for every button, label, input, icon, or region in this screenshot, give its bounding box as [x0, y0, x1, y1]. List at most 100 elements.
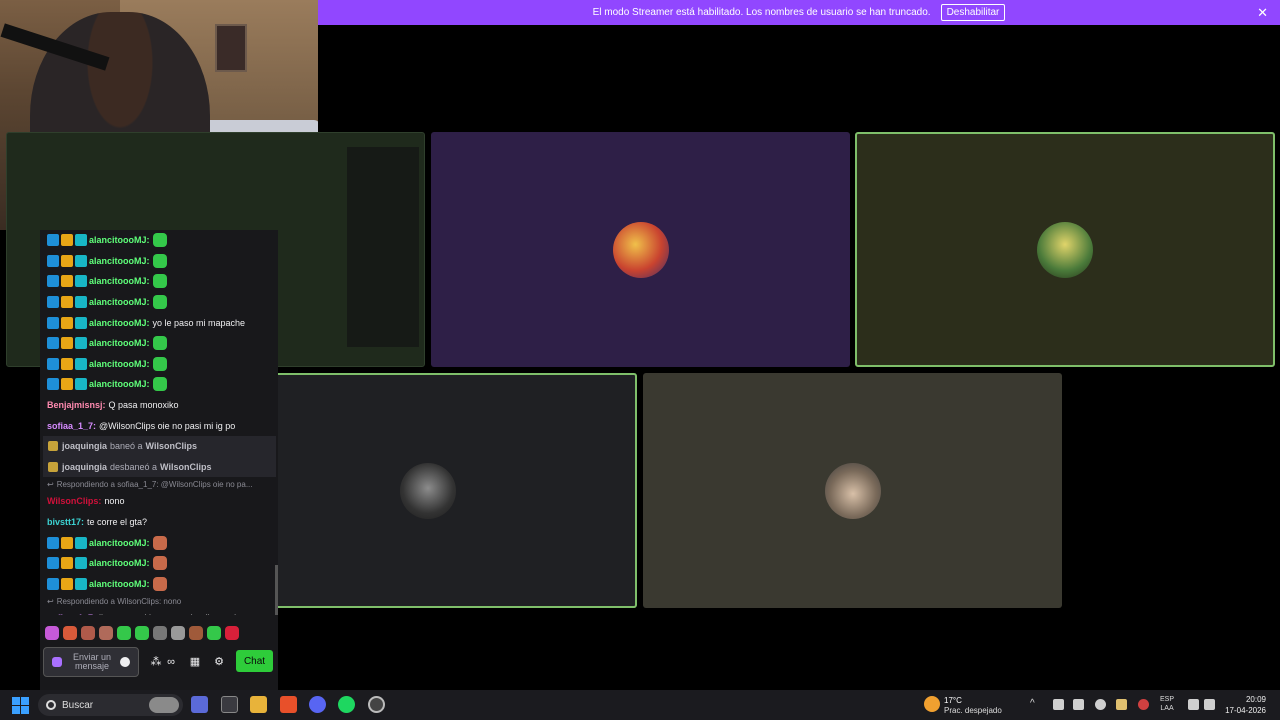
sub-badge-icon[interactable] — [75, 254, 87, 267]
chat-username[interactable]: alancitoooMJ: — [89, 338, 150, 348]
chat-username[interactable]: alancitoooMJ: — [89, 558, 150, 568]
close-icon[interactable]: ✕ — [1257, 5, 1268, 21]
chat-emote[interactable] — [152, 356, 167, 371]
chat-username[interactable]: WilsonClips: — [47, 496, 101, 506]
crown-badge-icon[interactable] — [61, 296, 73, 309]
microphone-icon[interactable] — [1138, 699, 1149, 710]
chat-emote[interactable] — [152, 274, 167, 289]
disable-streamer-mode-button[interactable]: Deshabilitar — [940, 4, 1006, 21]
chat-emote[interactable] — [152, 336, 167, 351]
crown-badge-icon[interactable] — [61, 337, 73, 350]
crown-badge-icon[interactable] — [61, 316, 73, 329]
crown-badge-icon[interactable] — [61, 357, 73, 370]
chat-username[interactable]: alancitoooMJ: — [89, 318, 150, 328]
moderator-name[interactable]: joaquingia — [62, 441, 107, 451]
reply-text[interactable]: Respondiendo a sofiaa_1_7: @WilsonClips … — [57, 480, 253, 489]
chat-username[interactable]: alancitoooMJ: — [89, 579, 150, 589]
file-explorer-icon[interactable] — [250, 696, 267, 713]
chevron-up-icon[interactable]: ^ — [1030, 698, 1035, 709]
moderator-badge-icon[interactable] — [47, 337, 59, 350]
moderation-target[interactable]: WilsonClips — [160, 462, 211, 472]
quick-emote-icon[interactable] — [153, 626, 167, 640]
onedrive-icon[interactable] — [1095, 699, 1106, 710]
store-icon[interactable]: ▦ — [188, 655, 202, 669]
points-icon[interactable]: ⁂ — [149, 655, 163, 669]
sub-badge-icon[interactable] — [75, 577, 87, 590]
chat-emote[interactable] — [152, 295, 167, 310]
chat-message-list[interactable]: alancitoooMJ: alancitoooMJ: alancitoooMJ: a… — [40, 230, 278, 615]
chat-username[interactable]: alancitoooMJ: — [89, 297, 150, 307]
chat-emote[interactable] — [152, 556, 167, 571]
chat-username[interactable]: alancitoooMJ: — [89, 379, 150, 389]
quick-emote-icon[interactable] — [81, 626, 95, 640]
weather-widget[interactable]: 17°C Prac. despejado — [922, 694, 1012, 716]
chat-input[interactable]: Enviar un mensaje — [43, 647, 139, 677]
taskbar-search[interactable]: Buscar — [38, 694, 183, 716]
moderation-target[interactable]: WilsonClips — [146, 441, 197, 451]
crown-badge-icon[interactable] — [61, 577, 73, 590]
tray-app-icon-2[interactable] — [1116, 699, 1127, 710]
teams-icon[interactable] — [191, 696, 208, 713]
emote-picker-icon[interactable] — [120, 657, 130, 667]
moderator-badge-icon[interactable] — [47, 577, 59, 590]
sub-badge-icon[interactable] — [75, 275, 87, 288]
network-icon[interactable] — [1188, 699, 1199, 710]
bluetooth-icon[interactable] — [1053, 699, 1064, 710]
chat-send-button[interactable]: Chat — [236, 650, 273, 672]
participant-tile-3[interactable] — [218, 373, 637, 608]
tray-app-icon[interactable] — [1073, 699, 1084, 710]
quick-emote-icon[interactable] — [135, 626, 149, 640]
taskbar-clock[interactable]: 20:09 17-04-2026 — [1225, 694, 1266, 716]
obs-icon[interactable] — [368, 696, 385, 713]
brave-browser-icon[interactable] — [280, 696, 297, 713]
chat-emote[interactable] — [152, 377, 167, 392]
chat-emote[interactable] — [152, 576, 167, 591]
moderator-badge-icon[interactable] — [47, 378, 59, 391]
crown-badge-icon[interactable] — [61, 254, 73, 267]
quick-emote-icon[interactable] — [99, 626, 113, 640]
widgets-icon[interactable] — [221, 696, 238, 713]
infinity-icon[interactable]: ∞ — [164, 655, 178, 669]
moderator-badge-icon[interactable] — [47, 357, 59, 370]
chat-scrollbar[interactable] — [275, 565, 278, 615]
quick-emote-icon[interactable] — [207, 626, 221, 640]
moderator-badge-icon[interactable] — [47, 275, 59, 288]
chat-username[interactable]: alancitoooMJ: — [89, 276, 150, 286]
crown-badge-icon[interactable] — [61, 536, 73, 549]
sub-badge-icon[interactable] — [75, 337, 87, 350]
participant-tile-4[interactable] — [643, 373, 1062, 608]
moderator-badge-icon[interactable] — [47, 254, 59, 267]
moderator-badge-icon[interactable] — [47, 296, 59, 309]
chat-username[interactable]: Benjajmisnsj: — [47, 400, 106, 410]
chat-username[interactable]: sofiaa_1_7: — [47, 613, 96, 615]
reply-text[interactable]: Respondiendo a WilsonClips: nono — [57, 597, 182, 606]
moderator-badge-icon[interactable] — [47, 316, 59, 329]
crown-badge-icon[interactable] — [61, 275, 73, 288]
sub-badge-icon[interactable] — [75, 557, 87, 570]
chat-username[interactable]: bivstt17: — [47, 517, 84, 527]
sub-badge-icon[interactable] — [75, 536, 87, 549]
quick-emote-icon[interactable] — [117, 626, 131, 640]
spotify-icon[interactable] — [338, 696, 355, 713]
volume-icon[interactable] — [1204, 699, 1215, 710]
chat-username[interactable]: alancitoooMJ: — [89, 359, 150, 369]
sub-badge-icon[interactable] — [75, 357, 87, 370]
moderator-badge-icon[interactable] — [47, 536, 59, 549]
crown-badge-icon[interactable] — [61, 557, 73, 570]
crown-badge-icon[interactable] — [61, 234, 73, 247]
participant-tile-2[interactable] — [855, 132, 1275, 367]
participant-tile-1[interactable] — [431, 132, 850, 367]
sub-badge-icon[interactable] — [75, 296, 87, 309]
quick-emote-icon[interactable] — [63, 626, 77, 640]
chat-username[interactable]: alancitoooMJ: — [89, 538, 150, 548]
quick-emote-icon[interactable] — [225, 626, 239, 640]
quick-emote-icon[interactable] — [189, 626, 203, 640]
gear-icon[interactable]: ⚙ — [212, 655, 226, 669]
sub-badge-icon[interactable] — [75, 234, 87, 247]
chat-username[interactable]: sofiaa_1_7: — [47, 421, 96, 431]
sub-badge-icon[interactable] — [75, 316, 87, 329]
chat-emote[interactable] — [152, 535, 167, 550]
language-indicator[interactable]: ESP LAA — [1160, 695, 1174, 713]
moderator-name[interactable]: joaquingia — [62, 462, 107, 472]
chat-emote[interactable] — [152, 233, 167, 248]
